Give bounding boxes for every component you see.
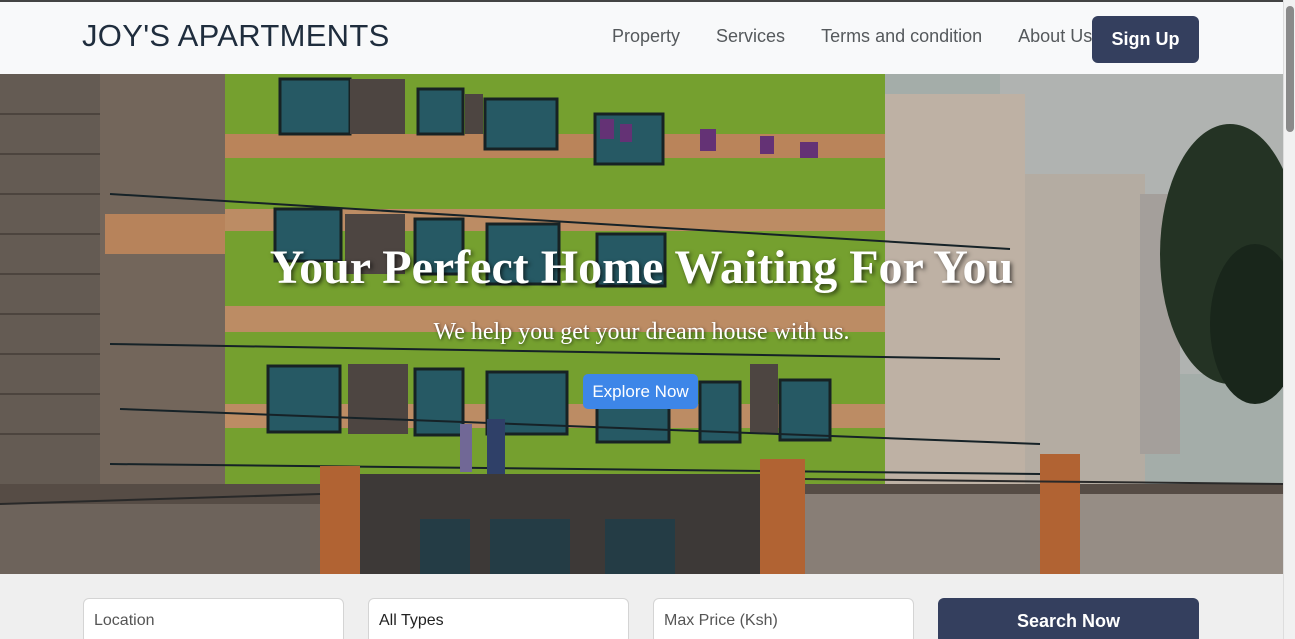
hero-section: Your Perfect Home Waiting For You We hel…	[0, 74, 1283, 574]
page-scrollbar[interactable]	[1283, 0, 1295, 639]
nav-link-property[interactable]: Property	[612, 26, 680, 47]
hero-subtitle: We help you get your dream house with us…	[433, 319, 850, 345]
search-now-button[interactable]: Search Now	[938, 598, 1199, 639]
location-input[interactable]: Location	[83, 598, 344, 639]
nav-link-services[interactable]: Services	[716, 26, 785, 47]
hero-title: Your Perfect Home Waiting For You	[269, 241, 1014, 294]
nav-links: Property Services Terms and condition Ab…	[612, 26, 1092, 47]
scrollbar-thumb[interactable]	[1286, 6, 1294, 132]
nav-link-about[interactable]: About Us	[1018, 26, 1092, 47]
property-type-select[interactable]: All Types	[368, 598, 629, 639]
navbar: JOY'S APARTMENTS Property Services Terms…	[0, 0, 1283, 74]
sign-up-button[interactable]: Sign Up	[1092, 16, 1199, 63]
search-bar: Location All Types Max Price (Ksh) Searc…	[0, 574, 1283, 639]
nav-link-terms[interactable]: Terms and condition	[821, 26, 982, 47]
page-viewport: JOY'S APARTMENTS Property Services Terms…	[0, 0, 1283, 639]
max-price-input[interactable]: Max Price (Ksh)	[653, 598, 914, 639]
explore-now-button[interactable]: Explore Now	[583, 374, 698, 409]
brand-logo[interactable]: JOY'S APARTMENTS	[82, 18, 390, 54]
